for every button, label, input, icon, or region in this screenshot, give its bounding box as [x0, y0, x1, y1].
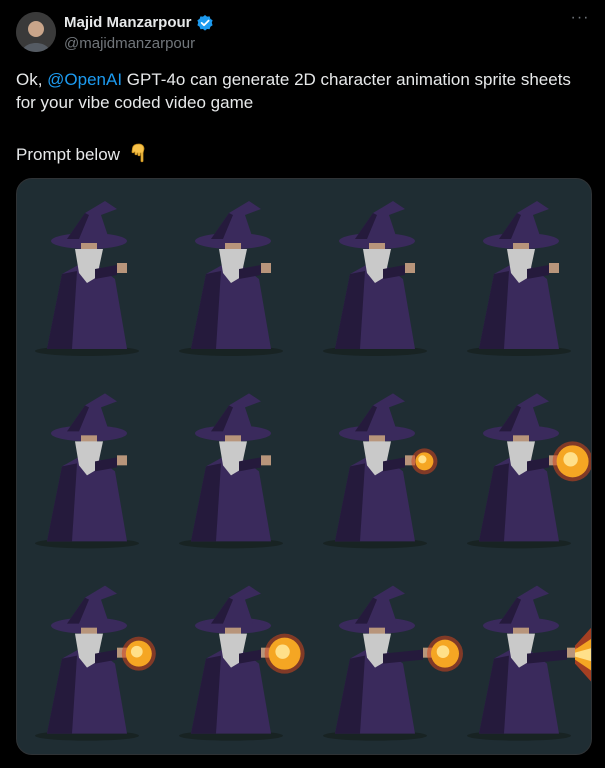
- verified-badge-icon: [196, 14, 214, 32]
- wizard-sprite-frame: [179, 201, 283, 356]
- prompt-line: Prompt below: [16, 143, 147, 169]
- tweet-text-intro: Ok,: [16, 70, 48, 89]
- avatar-image: [16, 12, 56, 52]
- mention-link[interactable]: @OpenAI: [47, 70, 122, 89]
- prompt-text: Prompt below: [16, 145, 120, 164]
- avatar[interactable]: [16, 12, 56, 52]
- tweet-text-paragraph: Ok, @OpenAI GPT-4o can generate 2D chara…: [16, 68, 594, 114]
- wizard-sprite-frame: [35, 393, 139, 549]
- tweet-card: Majid Manzarpour @majidmanzarpour ··· Ok…: [0, 0, 605, 768]
- wizard-sprite-frame: [179, 585, 305, 741]
- wizard-sprite-frame: [179, 393, 283, 549]
- wizard-sprite-frame: [35, 201, 139, 356]
- wizard-sprite-frame: [467, 393, 591, 549]
- sprite-sheet-image: [35, 201, 591, 741]
- wizard-sprite-frame: [35, 585, 156, 741]
- wizard-sprite-frame: [323, 585, 463, 741]
- more-options-button[interactable]: ···: [569, 10, 591, 30]
- wizard-sprite-frame: [467, 201, 571, 356]
- author-handle[interactable]: @majidmanzarpour: [64, 34, 195, 53]
- tweet-body: Ok, @OpenAI GPT-4o can generate 2D chara…: [16, 68, 594, 114]
- author-display-name[interactable]: Majid Manzarpour: [64, 13, 192, 32]
- pointing-down-emoji-icon: [129, 143, 147, 169]
- wizard-sprite-frame: [467, 585, 591, 741]
- media-image[interactable]: [16, 178, 592, 755]
- author-name-row: Majid Manzarpour: [64, 13, 214, 32]
- wizard-sprite-frame: [323, 393, 438, 549]
- wizard-sprite-frame: [323, 201, 427, 356]
